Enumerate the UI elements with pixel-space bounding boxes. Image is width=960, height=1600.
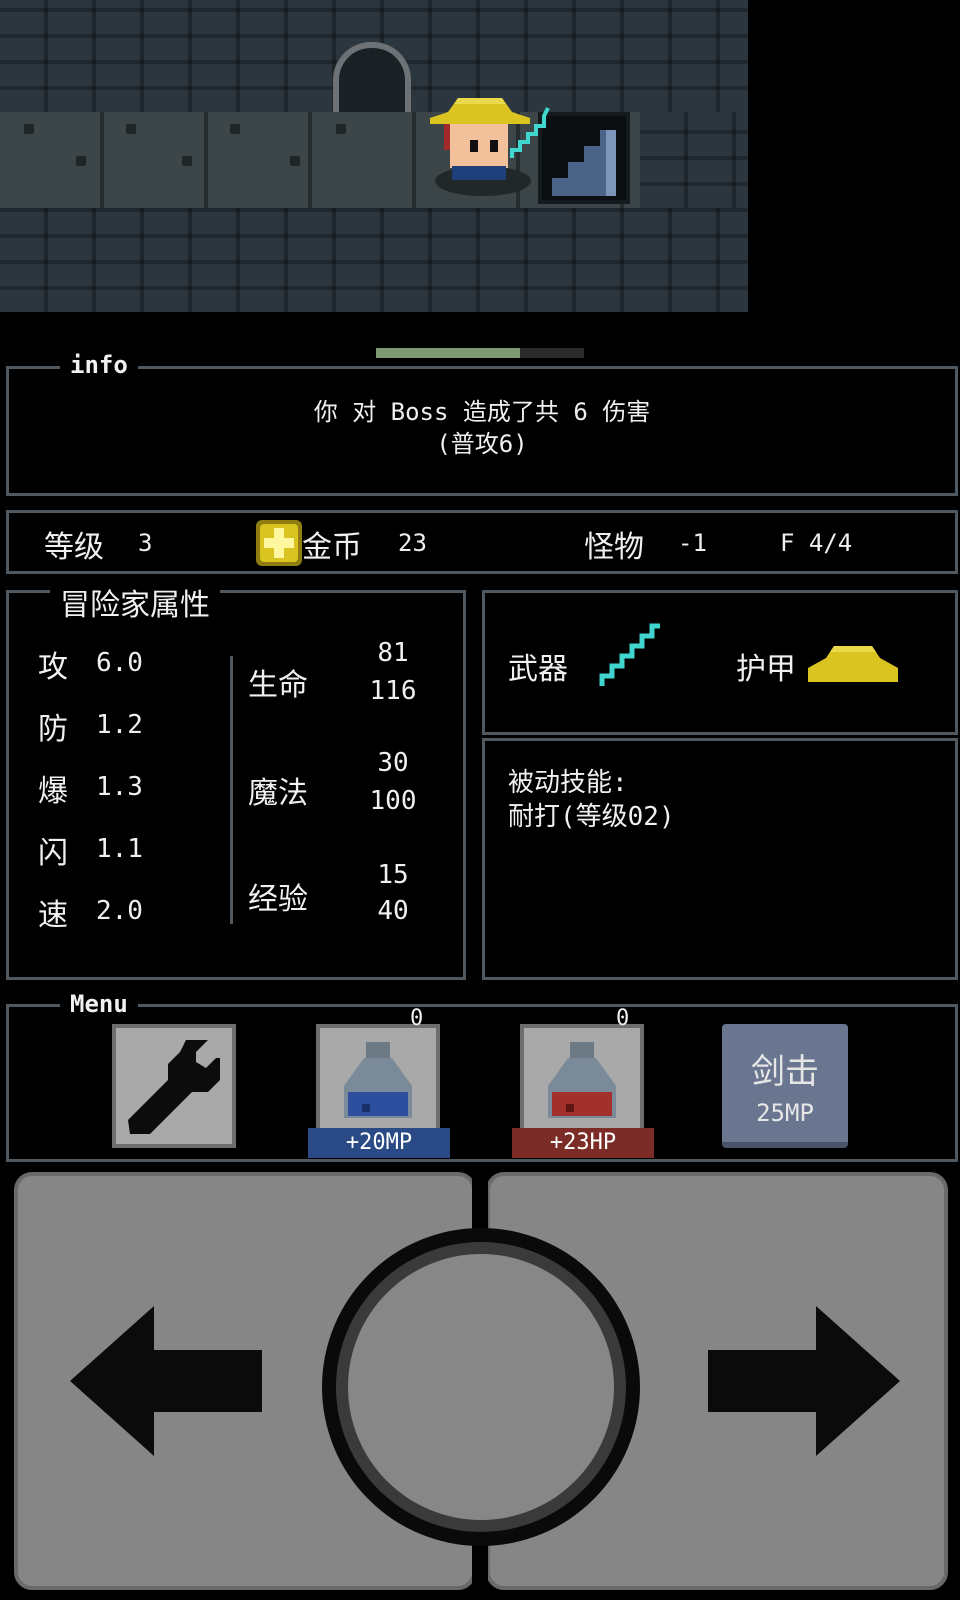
monsters-label: 怪物 [584,530,644,565]
magic-max: 100 [369,786,417,816]
lightning-sword-icon[interactable] [596,620,666,690]
exp-label: 经验 [248,882,308,917]
gold-value: 23 [398,529,427,557]
hp-potion-effect: +23HP [512,1128,654,1158]
menu-title: Menu [60,990,138,1018]
hero-eye [490,140,498,152]
gold-coin-icon [256,520,302,566]
settings-button[interactable] [112,1024,236,1148]
boss-hp-bar [376,348,584,358]
mp-potion-count: 0 [410,1006,424,1031]
stat-value-attack: 6.0 [96,648,143,678]
stairs-icon [538,112,630,204]
weapon-label: 武器 [508,652,568,687]
right-arrow-icon [708,1306,900,1456]
gold-label: 金币 [302,530,362,565]
level-label: 等级 [44,530,104,565]
skill-name: 剑击 [751,1052,819,1092]
stat-label-defense: 防 [38,712,68,747]
stat-value-speed: 2.0 [96,896,143,926]
doorway [333,42,411,112]
side-wall [640,112,748,208]
stat-value-crit: 1.3 [96,772,143,802]
straw-hat-icon[interactable] [808,644,898,684]
left-arrow-icon [70,1306,262,1456]
passive-title: 被动技能: [508,768,628,798]
combat-detail: (普攻6) [436,430,528,458]
armor-label: 护甲 [736,652,796,687]
stat-label-dodge: 闪 [38,836,68,871]
stat-value-defense: 1.2 [96,710,143,740]
hp-potion-icon [548,1042,616,1118]
level-value: 3 [138,529,153,557]
info-title: info [60,351,138,379]
passive-skill: 耐打(等级02) [508,802,675,832]
exp-max: 40 [377,896,409,926]
stat-label-attack: 攻 [38,650,68,685]
stat-label-speed: 速 [38,898,68,933]
hero-face [450,124,508,168]
stat-value-dodge: 1.1 [96,834,143,864]
attributes-title: 冒险家属性 [50,580,220,624]
mp-potion-effect: +20MP [308,1128,450,1158]
skill-cost: 25MP [756,1099,814,1127]
attributes-divider [230,656,233,924]
hero-weapon-icon [510,107,550,158]
monsters-value: -1 [678,529,707,557]
mp-potion-icon [344,1042,412,1118]
hero-body [452,166,506,180]
exp-current: 15 [377,860,409,890]
boss-hp-fill [376,348,520,358]
sword-strike-skill-button[interactable]: 剑击 25MP [722,1024,848,1148]
hp-potion-count: 0 [616,1006,630,1031]
combat-message: 你 对 Boss 造成了共 6 伤害 [313,398,651,426]
life-current: 81 [377,638,409,668]
action-button[interactable] [348,1254,614,1520]
hero-eye [470,140,478,152]
life-max: 116 [369,676,417,706]
dungeon-scene [0,0,748,312]
lower-wall [0,208,748,312]
wrench-icon [128,1040,220,1134]
floor-indicator: F 4/4 [780,529,853,557]
magic-label: 魔法 [248,776,308,811]
magic-current: 30 [377,748,409,778]
life-label: 生命 [248,668,308,703]
stat-label-crit: 爆 [38,774,68,809]
